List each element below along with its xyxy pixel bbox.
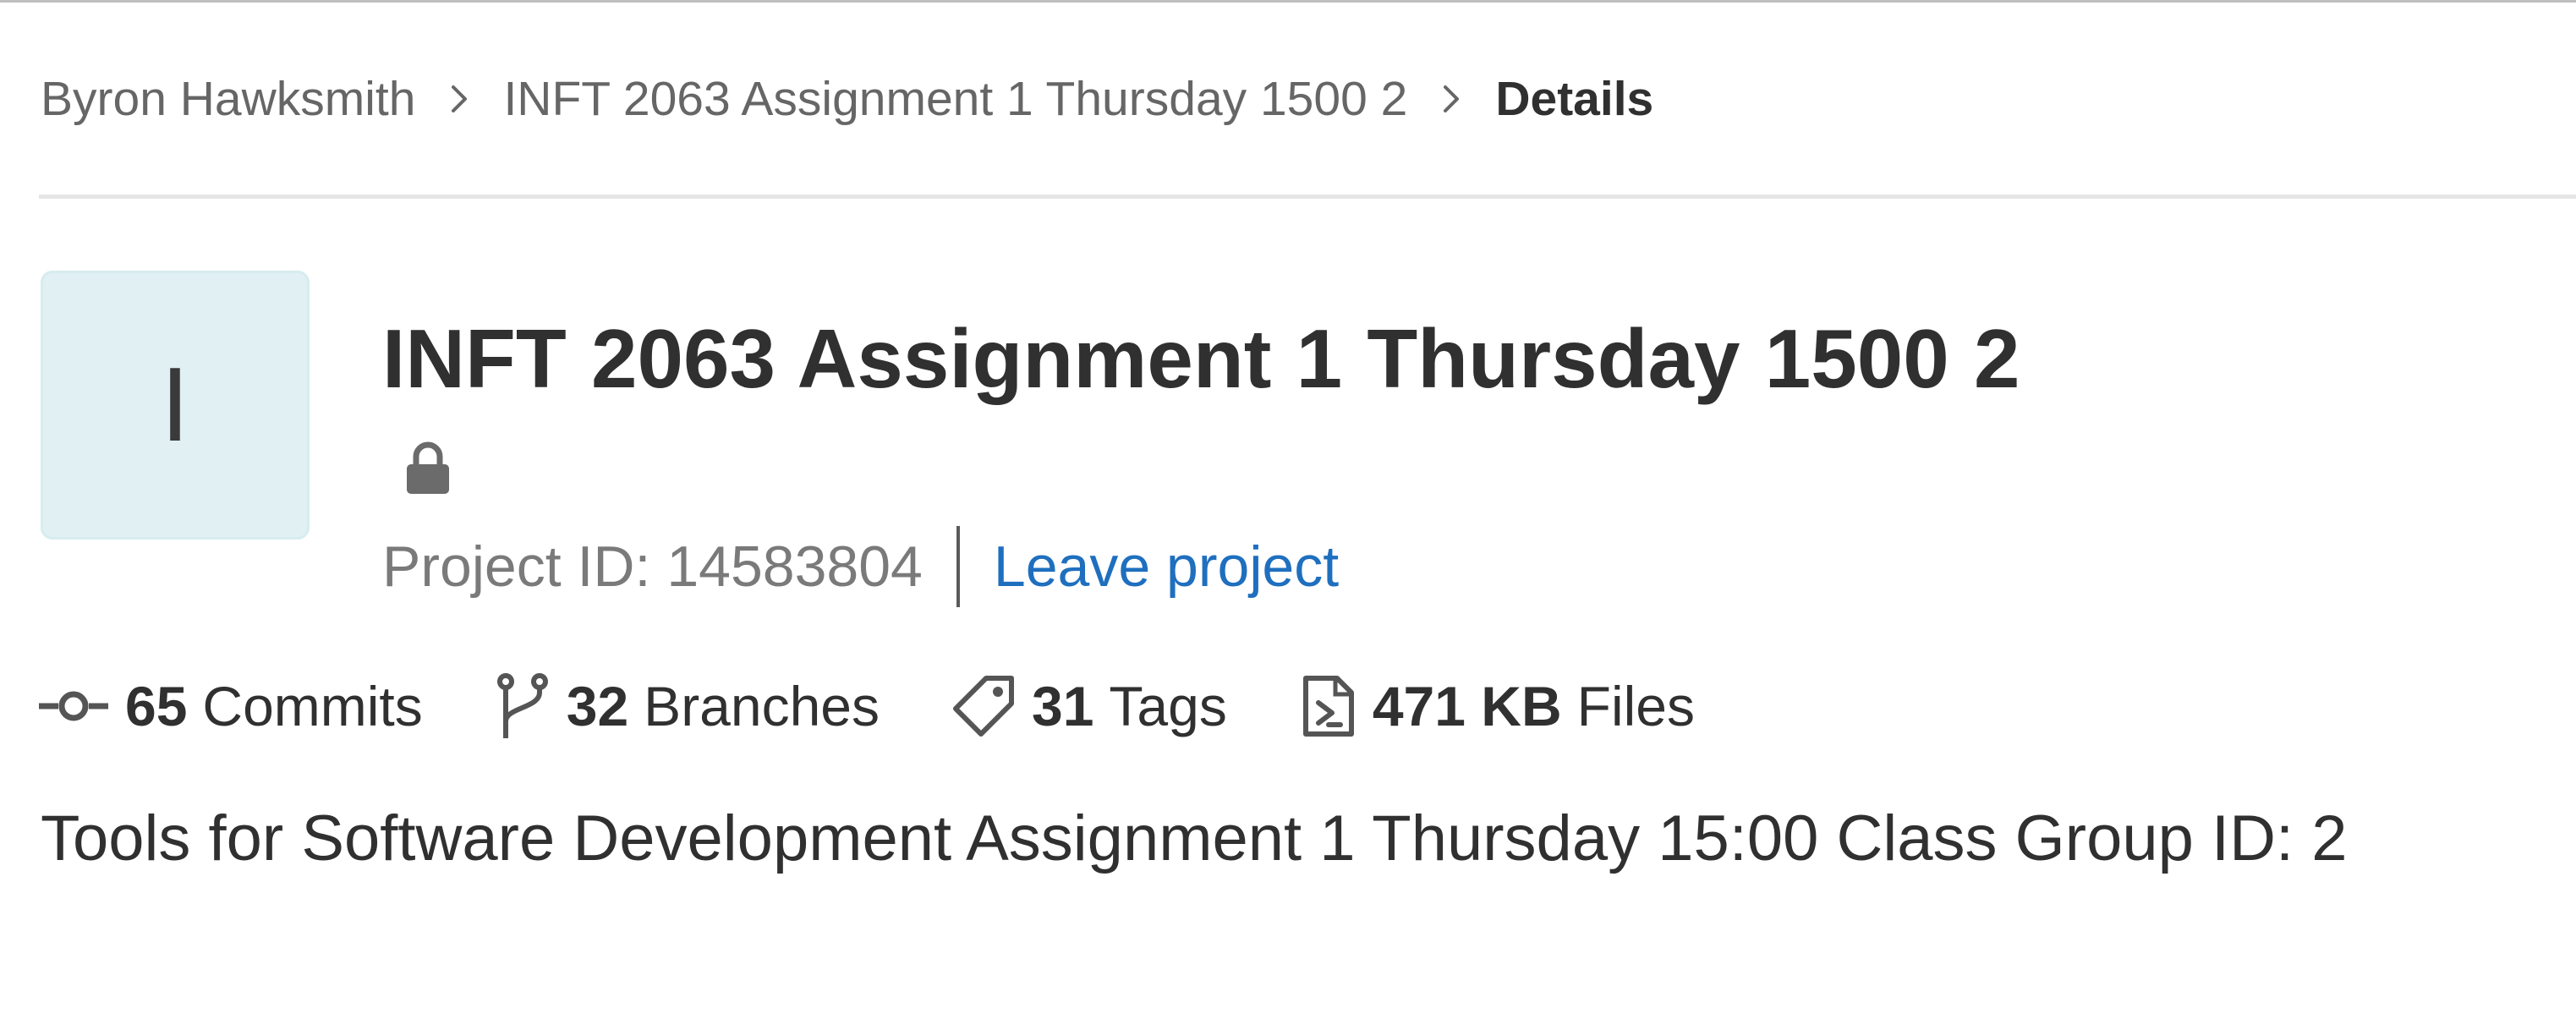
branches-stat[interactable]: 32 Branches xyxy=(496,672,880,740)
tags-label: Tags xyxy=(1109,675,1227,737)
header-divider xyxy=(39,194,2576,199)
branches-count: 32 xyxy=(566,675,629,737)
branch-icon xyxy=(496,672,550,740)
files-stat[interactable]: 471 KB Files xyxy=(1302,674,1695,738)
meta-separator xyxy=(956,526,960,607)
top-border xyxy=(0,0,2576,3)
project-title-text: INFT 2063 Assignment 1 Thursday 1500 2 xyxy=(382,312,2020,405)
breadcrumb-item-namespace[interactable]: Byron Hawksmith xyxy=(41,71,415,127)
commits-count: 65 xyxy=(125,675,188,737)
lock-icon xyxy=(404,414,452,519)
chevron-right-icon xyxy=(415,69,503,129)
project-avatar: I xyxy=(41,271,310,540)
tags-stat[interactable]: 31 Tags xyxy=(952,674,1227,738)
tag-icon xyxy=(952,675,1015,737)
branches-label: Branches xyxy=(644,675,880,737)
project-stats: 65 Commits 32 Branches 31 Tags 471 KB Fi… xyxy=(39,668,1695,744)
breadcrumb-current: Details xyxy=(1495,72,1654,126)
breadcrumb: Byron Hawksmith INFT 2063 Assignment 1 T… xyxy=(41,69,1653,129)
files-size: 471 KB xyxy=(1372,675,1562,737)
breadcrumb-item-project[interactable]: INFT 2063 Assignment 1 Thursday 1500 2 xyxy=(503,71,1407,127)
chevron-right-icon xyxy=(1407,69,1495,129)
leave-project-link[interactable]: Leave project xyxy=(994,534,1339,600)
project-id: Project ID: 14583804 xyxy=(382,534,923,599)
file-code-icon xyxy=(1302,674,1356,738)
commits-stat[interactable]: 65 Commits xyxy=(39,674,423,738)
commits-label: Commits xyxy=(202,675,423,737)
project-meta: Project ID: 14583804 Leave project xyxy=(382,524,1339,609)
commit-icon xyxy=(39,689,108,723)
project-description: Tools for Software Development Assignmen… xyxy=(41,803,2348,874)
files-label: Files xyxy=(1576,675,1695,737)
tags-count: 31 xyxy=(1032,675,1094,737)
project-title: INFT 2063 Assignment 1 Thursday 1500 2 xyxy=(382,306,2040,519)
